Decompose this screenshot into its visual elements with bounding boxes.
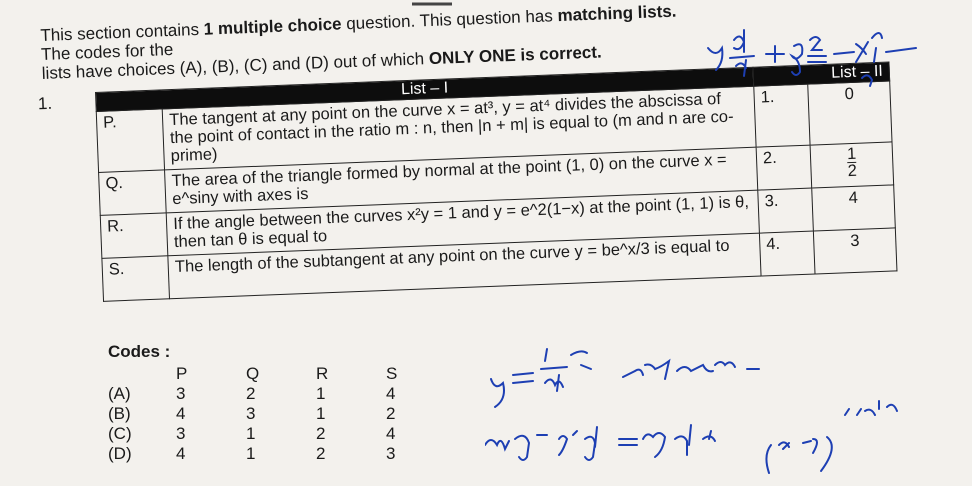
option-value: 3: [176, 384, 186, 403]
codes-header: Q: [246, 364, 260, 383]
option-value: 1: [246, 424, 256, 443]
row-label: R.: [100, 212, 169, 259]
codes-option-row: (C) 3 1 2 4: [108, 424, 456, 444]
list-2-number: 2.: [756, 145, 813, 191]
matching-table: List – I List – II P. The tangent at any…: [95, 61, 899, 346]
option-value: 1: [316, 384, 326, 403]
option-value: 1: [316, 404, 326, 423]
option-value: 4: [176, 444, 186, 463]
codes-option-row: (D) 4 1 2 3: [108, 444, 456, 464]
fraction-denominator: 2: [847, 161, 858, 181]
list-2-number: 4.: [759, 231, 816, 277]
option-value: 1: [246, 444, 256, 463]
row-label: Q.: [98, 169, 167, 216]
instr-bold: matching lists.: [557, 1, 677, 26]
list-2-number: 1.: [753, 84, 811, 148]
codes-block: Codes : P Q R S (A) 3 2 1 4 (B) 4 3 1 2: [108, 342, 456, 464]
option-label: (B): [108, 404, 131, 423]
option-value: 3: [386, 444, 396, 463]
option-value: 2: [246, 384, 256, 403]
codes-option-row: (B) 4 3 1 2: [108, 404, 456, 424]
option-value: 3: [246, 404, 256, 423]
list-2-value: 4: [812, 184, 896, 232]
instr-bold: 1 multiple choice: [203, 14, 342, 39]
fraction-numerator: 1: [846, 144, 857, 164]
instructions: This section contains 1 multiple choice …: [40, 0, 712, 83]
option-label: (A): [108, 384, 131, 403]
option-value: 2: [386, 404, 396, 423]
option-value: 2: [316, 424, 326, 443]
codes-header: S: [386, 364, 398, 383]
codes-header: R: [316, 364, 329, 383]
row-label: S.: [101, 255, 170, 302]
option-value: 4: [386, 384, 396, 403]
option-value: 4: [386, 424, 396, 443]
list-2-value: 12: [810, 141, 894, 189]
list-2-number: 3.: [757, 188, 814, 234]
list-2-value: 3: [813, 227, 897, 274]
list-2-value: 0: [808, 80, 893, 146]
option-value: 3: [176, 424, 186, 443]
row-label: P.: [96, 108, 165, 173]
instr-text: question. This question has: [341, 6, 558, 34]
codes-title: Codes :: [108, 342, 171, 361]
codes-header-row: P Q R S: [108, 364, 456, 384]
handwritten-notes-top: [707, 29, 917, 87]
top-edge-marks: [412, 2, 452, 6]
codes-option-row: (A) 3 2 1 4: [108, 384, 456, 404]
fraction-one-half: 12: [846, 144, 858, 181]
question-number: 1.: [37, 93, 53, 114]
codes-header: P: [176, 364, 188, 383]
option-value: 2: [316, 444, 326, 463]
option-value: 4: [176, 404, 186, 423]
scanned-page: This section contains 1 multiple choice …: [0, 0, 972, 486]
codes-corner: [108, 364, 176, 384]
option-label: (C): [108, 424, 132, 443]
option-label: (D): [108, 444, 132, 463]
handwritten-notes-bottom: [485, 348, 898, 474]
codes-table: P Q R S (A) 3 2 1 4 (B) 4 3 1 2 (C) 3 1 …: [108, 364, 456, 464]
